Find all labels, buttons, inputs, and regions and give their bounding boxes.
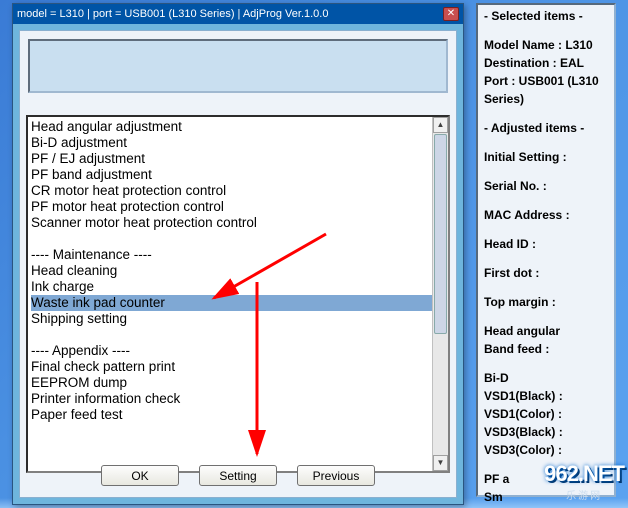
list-item[interactable]: ---- Appendix ---- xyxy=(31,343,445,359)
list-item[interactable]: Scanner motor heat protection control xyxy=(31,215,445,231)
adjustment-listbox[interactable]: Head angular adjustmentBi-D adjustmentPF… xyxy=(26,115,450,473)
watermark: 962.NET 乐游网 xyxy=(544,461,624,502)
titlebar[interactable]: model = L310 | port = USB001 (L310 Serie… xyxy=(13,4,463,24)
side-mac: MAC Address : xyxy=(484,208,608,223)
side-vsd1c: VSD1(Color) : xyxy=(484,407,608,422)
side-headid: Head ID : xyxy=(484,237,608,252)
side-topmargin: Top margin : xyxy=(484,295,608,310)
close-icon[interactable]: ✕ xyxy=(443,7,459,21)
side-port-l1: Port : USB001 (L310 xyxy=(484,74,608,89)
side-bid: Bi-D xyxy=(484,371,608,386)
scrollbar[interactable]: ▲ ▼ xyxy=(432,117,448,471)
watermark-small: 乐游网 xyxy=(544,487,624,502)
side-firstdot: First dot : xyxy=(484,266,608,281)
list-item[interactable] xyxy=(31,231,445,247)
title-text: model = L310 | port = USB001 (L310 Serie… xyxy=(17,8,443,20)
list-item[interactable]: Head cleaning xyxy=(31,263,445,279)
side-header-adjusted: - Adjusted items - xyxy=(484,121,608,136)
side-vsd3b: VSD3(Black) : xyxy=(484,425,608,440)
side-vsd3c: VSD3(Color) : xyxy=(484,443,608,458)
window-body: Head angular adjustmentBi-D adjustmentPF… xyxy=(19,30,457,498)
scroll-thumb[interactable] xyxy=(434,134,447,334)
side-headang-l2: Band feed : xyxy=(484,342,608,357)
list-item[interactable] xyxy=(31,327,445,343)
setting-button[interactable]: Setting xyxy=(199,465,277,486)
list-item[interactable]: PF band adjustment xyxy=(31,167,445,183)
previous-button[interactable]: Previous xyxy=(297,465,375,486)
ok-button[interactable]: OK xyxy=(101,465,179,486)
list-item[interactable]: Printer information check xyxy=(31,391,445,407)
list-item[interactable]: ---- Maintenance ---- xyxy=(31,247,445,263)
adjusted-items-panel: - Selected items - Model Name : L310 Des… xyxy=(476,3,616,497)
side-model: Model Name : L310 xyxy=(484,38,608,53)
list-item[interactable]: Waste ink pad counter xyxy=(31,295,445,311)
list-item[interactable]: PF / EJ adjustment xyxy=(31,151,445,167)
list-item[interactable]: EEPROM dump xyxy=(31,375,445,391)
side-destination: Destination : EAL xyxy=(484,56,608,71)
side-initial: Initial Setting : xyxy=(484,150,608,165)
watermark-big: 962.NET xyxy=(544,461,624,486)
list-item[interactable]: Final check pattern print xyxy=(31,359,445,375)
list-item[interactable]: Paper feed test xyxy=(31,407,445,423)
list-item[interactable]: Ink charge xyxy=(31,279,445,295)
list-item[interactable]: CR motor heat protection control xyxy=(31,183,445,199)
side-serial: Serial No. : xyxy=(484,179,608,194)
main-window: model = L310 | port = USB001 (L310 Serie… xyxy=(12,3,464,505)
side-vsd1b: VSD1(Black) : xyxy=(484,389,608,404)
side-headang-l1: Head angular xyxy=(484,324,608,339)
button-row: OK Setting Previous xyxy=(20,465,456,489)
side-header-selected: - Selected items - xyxy=(484,9,608,24)
list-item[interactable]: Shipping setting xyxy=(31,311,445,327)
list-item[interactable]: Bi-D adjustment xyxy=(31,135,445,151)
list-item[interactable]: PF motor heat protection control xyxy=(31,199,445,215)
scroll-up-icon[interactable]: ▲ xyxy=(433,117,448,133)
side-port-l2: Series) xyxy=(484,92,608,107)
list-item[interactable]: Head angular adjustment xyxy=(31,119,445,135)
banner-panel xyxy=(28,39,448,93)
